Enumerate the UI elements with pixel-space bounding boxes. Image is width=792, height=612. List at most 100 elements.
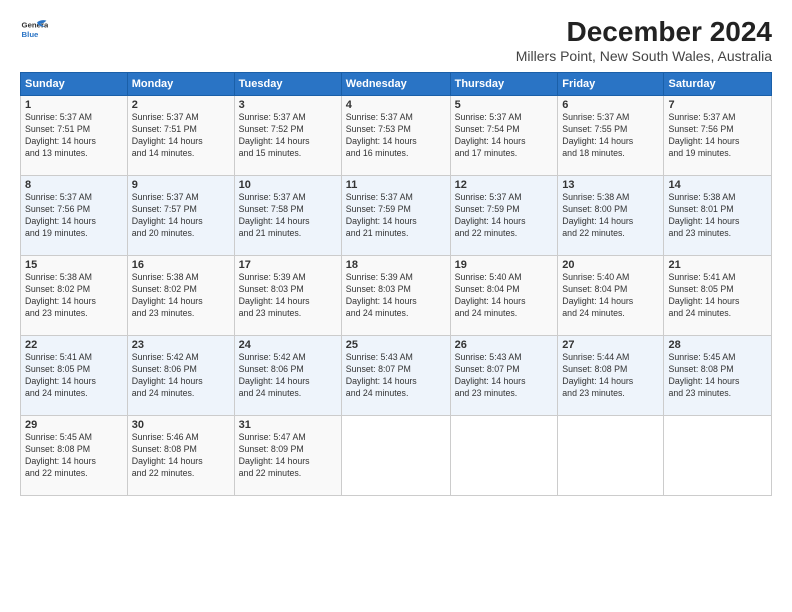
table-row: 21Sunrise: 5:41 AMSunset: 8:05 PMDayligh…	[664, 256, 772, 336]
day-detail: Sunrise: 5:38 AMSunset: 8:02 PMDaylight:…	[25, 272, 123, 320]
day-detail: Sunrise: 5:37 AMSunset: 7:52 PMDaylight:…	[239, 112, 337, 160]
table-row: 10Sunrise: 5:37 AMSunset: 7:58 PMDayligh…	[234, 176, 341, 256]
page: General Blue December 2024 Millers Point…	[0, 0, 792, 612]
day-number: 4	[346, 99, 446, 111]
day-detail: Sunrise: 5:37 AMSunset: 7:58 PMDaylight:…	[239, 192, 337, 240]
table-row	[558, 416, 664, 496]
day-detail: Sunrise: 5:37 AMSunset: 7:51 PMDaylight:…	[132, 112, 230, 160]
day-detail: Sunrise: 5:40 AMSunset: 8:04 PMDaylight:…	[562, 272, 659, 320]
table-row	[450, 416, 558, 496]
table-row: 28Sunrise: 5:45 AMSunset: 8:08 PMDayligh…	[664, 336, 772, 416]
table-row: 8Sunrise: 5:37 AMSunset: 7:56 PMDaylight…	[21, 176, 128, 256]
day-number: 23	[132, 339, 230, 351]
col-thursday: Thursday	[450, 73, 558, 96]
day-number: 8	[25, 179, 123, 191]
table-row: 29Sunrise: 5:45 AMSunset: 8:08 PMDayligh…	[21, 416, 128, 496]
title-block: December 2024 Millers Point, New South W…	[516, 16, 772, 64]
svg-text:Blue: Blue	[22, 30, 40, 39]
table-row: 31Sunrise: 5:47 AMSunset: 8:09 PMDayligh…	[234, 416, 341, 496]
day-detail: Sunrise: 5:43 AMSunset: 8:07 PMDaylight:…	[346, 352, 446, 400]
day-detail: Sunrise: 5:37 AMSunset: 7:59 PMDaylight:…	[346, 192, 446, 240]
day-detail: Sunrise: 5:37 AMSunset: 7:53 PMDaylight:…	[346, 112, 446, 160]
col-wednesday: Wednesday	[341, 73, 450, 96]
day-number: 13	[562, 179, 659, 191]
table-row: 30Sunrise: 5:46 AMSunset: 8:08 PMDayligh…	[127, 416, 234, 496]
table-row: 19Sunrise: 5:40 AMSunset: 8:04 PMDayligh…	[450, 256, 558, 336]
table-row: 1Sunrise: 5:37 AMSunset: 7:51 PMDaylight…	[21, 96, 128, 176]
day-number: 26	[455, 339, 554, 351]
col-tuesday: Tuesday	[234, 73, 341, 96]
day-detail: Sunrise: 5:43 AMSunset: 8:07 PMDaylight:…	[455, 352, 554, 400]
day-detail: Sunrise: 5:37 AMSunset: 7:55 PMDaylight:…	[562, 112, 659, 160]
table-row: 6Sunrise: 5:37 AMSunset: 7:55 PMDaylight…	[558, 96, 664, 176]
day-number: 19	[455, 259, 554, 271]
day-detail: Sunrise: 5:42 AMSunset: 8:06 PMDaylight:…	[239, 352, 337, 400]
day-detail: Sunrise: 5:44 AMSunset: 8:08 PMDaylight:…	[562, 352, 659, 400]
col-monday: Monday	[127, 73, 234, 96]
day-number: 6	[562, 99, 659, 111]
week-row-4: 22Sunrise: 5:41 AMSunset: 8:05 PMDayligh…	[21, 336, 772, 416]
col-sunday: Sunday	[21, 73, 128, 96]
day-detail: Sunrise: 5:42 AMSunset: 8:06 PMDaylight:…	[132, 352, 230, 400]
header-row: Sunday Monday Tuesday Wednesday Thursday…	[21, 73, 772, 96]
table-row: 14Sunrise: 5:38 AMSunset: 8:01 PMDayligh…	[664, 176, 772, 256]
day-number: 28	[668, 339, 767, 351]
table-row: 27Sunrise: 5:44 AMSunset: 8:08 PMDayligh…	[558, 336, 664, 416]
day-detail: Sunrise: 5:39 AMSunset: 8:03 PMDaylight:…	[239, 272, 337, 320]
day-detail: Sunrise: 5:45 AMSunset: 8:08 PMDaylight:…	[668, 352, 767, 400]
day-number: 20	[562, 259, 659, 271]
table-row: 9Sunrise: 5:37 AMSunset: 7:57 PMDaylight…	[127, 176, 234, 256]
week-row-2: 8Sunrise: 5:37 AMSunset: 7:56 PMDaylight…	[21, 176, 772, 256]
day-detail: Sunrise: 5:41 AMSunset: 8:05 PMDaylight:…	[25, 352, 123, 400]
main-title: December 2024	[516, 16, 772, 48]
day-number: 14	[668, 179, 767, 191]
week-row-5: 29Sunrise: 5:45 AMSunset: 8:08 PMDayligh…	[21, 416, 772, 496]
day-detail: Sunrise: 5:41 AMSunset: 8:05 PMDaylight:…	[668, 272, 767, 320]
table-row: 13Sunrise: 5:38 AMSunset: 8:00 PMDayligh…	[558, 176, 664, 256]
day-number: 11	[346, 179, 446, 191]
day-detail: Sunrise: 5:37 AMSunset: 7:51 PMDaylight:…	[25, 112, 123, 160]
table-row: 26Sunrise: 5:43 AMSunset: 8:07 PMDayligh…	[450, 336, 558, 416]
table-row: 4Sunrise: 5:37 AMSunset: 7:53 PMDaylight…	[341, 96, 450, 176]
table-row: 2Sunrise: 5:37 AMSunset: 7:51 PMDaylight…	[127, 96, 234, 176]
logo-icon: General Blue	[20, 16, 48, 44]
day-number: 12	[455, 179, 554, 191]
table-row: 22Sunrise: 5:41 AMSunset: 8:05 PMDayligh…	[21, 336, 128, 416]
day-number: 10	[239, 179, 337, 191]
day-number: 9	[132, 179, 230, 191]
table-row: 23Sunrise: 5:42 AMSunset: 8:06 PMDayligh…	[127, 336, 234, 416]
day-detail: Sunrise: 5:37 AMSunset: 7:57 PMDaylight:…	[132, 192, 230, 240]
day-detail: Sunrise: 5:46 AMSunset: 8:08 PMDaylight:…	[132, 432, 230, 480]
day-detail: Sunrise: 5:47 AMSunset: 8:09 PMDaylight:…	[239, 432, 337, 480]
day-number: 29	[25, 419, 123, 431]
table-row: 5Sunrise: 5:37 AMSunset: 7:54 PMDaylight…	[450, 96, 558, 176]
day-detail: Sunrise: 5:38 AMSunset: 8:01 PMDaylight:…	[668, 192, 767, 240]
day-number: 25	[346, 339, 446, 351]
day-number: 3	[239, 99, 337, 111]
day-number: 18	[346, 259, 446, 271]
day-number: 27	[562, 339, 659, 351]
table-row: 20Sunrise: 5:40 AMSunset: 8:04 PMDayligh…	[558, 256, 664, 336]
table-row: 18Sunrise: 5:39 AMSunset: 8:03 PMDayligh…	[341, 256, 450, 336]
day-detail: Sunrise: 5:37 AMSunset: 7:59 PMDaylight:…	[455, 192, 554, 240]
table-row: 3Sunrise: 5:37 AMSunset: 7:52 PMDaylight…	[234, 96, 341, 176]
day-number: 17	[239, 259, 337, 271]
header: General Blue December 2024 Millers Point…	[20, 16, 772, 64]
col-friday: Friday	[558, 73, 664, 96]
table-row	[664, 416, 772, 496]
calendar-table: Sunday Monday Tuesday Wednesday Thursday…	[20, 72, 772, 496]
day-number: 7	[668, 99, 767, 111]
day-number: 31	[239, 419, 337, 431]
table-row: 12Sunrise: 5:37 AMSunset: 7:59 PMDayligh…	[450, 176, 558, 256]
day-number: 16	[132, 259, 230, 271]
day-detail: Sunrise: 5:38 AMSunset: 8:00 PMDaylight:…	[562, 192, 659, 240]
table-row: 17Sunrise: 5:39 AMSunset: 8:03 PMDayligh…	[234, 256, 341, 336]
day-number: 21	[668, 259, 767, 271]
day-detail: Sunrise: 5:37 AMSunset: 7:56 PMDaylight:…	[668, 112, 767, 160]
table-row	[341, 416, 450, 496]
day-detail: Sunrise: 5:37 AMSunset: 7:56 PMDaylight:…	[25, 192, 123, 240]
table-row: 25Sunrise: 5:43 AMSunset: 8:07 PMDayligh…	[341, 336, 450, 416]
day-detail: Sunrise: 5:45 AMSunset: 8:08 PMDaylight:…	[25, 432, 123, 480]
day-detail: Sunrise: 5:40 AMSunset: 8:04 PMDaylight:…	[455, 272, 554, 320]
day-number: 30	[132, 419, 230, 431]
